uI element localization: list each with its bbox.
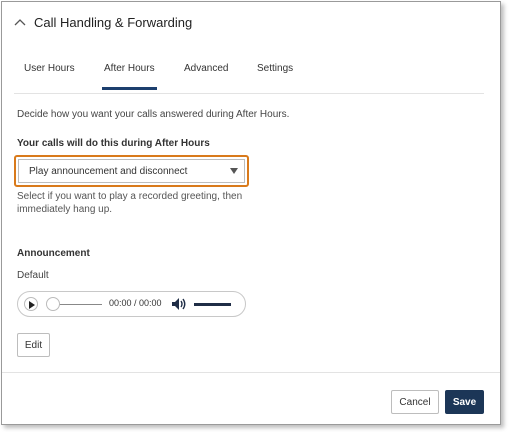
call-action-help-text: Select if you want to play a recorded gr… bbox=[17, 191, 243, 215]
after-hours-description: Decide how you want your calls answered … bbox=[17, 109, 290, 120]
call-action-label: Your calls will do this during After Hou… bbox=[17, 138, 210, 149]
tab-after-hours[interactable]: After Hours bbox=[102, 63, 157, 90]
playback-time: 00:00 / 00:00 bbox=[109, 298, 162, 308]
call-action-select[interactable]: Play announcement and disconnect bbox=[18, 159, 245, 183]
call-action-selected-value: Play announcement and disconnect bbox=[29, 165, 188, 177]
tab-settings[interactable]: Settings bbox=[257, 63, 293, 74]
footer-divider bbox=[2, 372, 500, 373]
announcement-title: Announcement bbox=[17, 248, 90, 259]
cancel-button[interactable]: Cancel bbox=[391, 390, 439, 414]
panel-header[interactable]: Call Handling & Forwarding bbox=[2, 2, 500, 44]
tab-bar: User Hours After Hours Advanced Settings bbox=[14, 54, 484, 94]
call-action-highlight: Play announcement and disconnect bbox=[14, 155, 249, 187]
panel-title: Call Handling & Forwarding bbox=[34, 15, 193, 30]
tab-advanced[interactable]: Advanced bbox=[184, 63, 228, 74]
progress-knob[interactable] bbox=[46, 297, 60, 311]
audio-player: 00:00 / 00:00 bbox=[17, 291, 246, 317]
caret-down-icon bbox=[230, 168, 238, 174]
volume-slider[interactable] bbox=[194, 303, 231, 306]
edit-announcement-button[interactable]: Edit bbox=[17, 333, 50, 357]
chevron-up-icon[interactable] bbox=[14, 17, 26, 29]
save-button[interactable]: Save bbox=[445, 390, 484, 414]
announcement-name: Default bbox=[17, 270, 49, 281]
volume-icon[interactable] bbox=[171, 297, 187, 311]
play-icon[interactable] bbox=[24, 297, 38, 311]
call-handling-panel: Call Handling & Forwarding User Hours Af… bbox=[1, 1, 501, 425]
tab-user-hours[interactable]: User Hours bbox=[24, 63, 75, 74]
